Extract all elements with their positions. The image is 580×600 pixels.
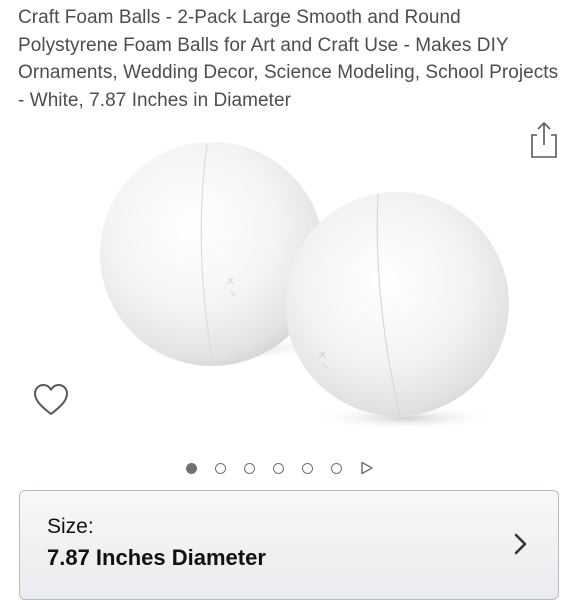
play-triangle-icon[interactable] <box>360 461 374 475</box>
product-title: Craft Foam Balls - 2-Pack Large Smooth a… <box>18 7 559 111</box>
product-image[interactable] <box>95 128 515 438</box>
size-value: 7.87 Inches Diameter <box>47 545 266 570</box>
carousel-dot-6[interactable] <box>331 462 342 474</box>
size-selector[interactable]: Size: 7.87 Inches Diameter <box>19 490 559 600</box>
carousel-dot-4[interactable] <box>273 462 284 474</box>
carousel-dot-1[interactable] <box>186 462 197 474</box>
carousel-dot-2[interactable] <box>215 462 226 474</box>
image-carousel-dots <box>186 458 374 478</box>
share-icon <box>531 121 557 158</box>
share-button[interactable] <box>527 120 561 160</box>
heart-icon <box>34 384 68 415</box>
chevron-right-icon <box>514 533 527 555</box>
carousel-dot-3[interactable] <box>244 462 255 474</box>
carousel-dot-5[interactable] <box>302 462 313 474</box>
size-label: Size: <box>47 515 94 538</box>
wishlist-button[interactable] <box>32 382 70 418</box>
